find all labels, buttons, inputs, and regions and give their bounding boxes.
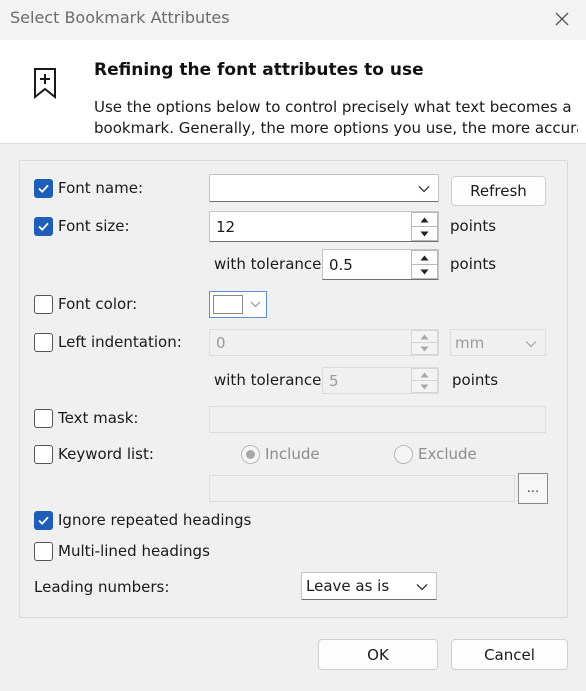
- exclude-radio[interactable]: [394, 445, 413, 464]
- multi-lined-label: Multi-lined headings: [58, 542, 210, 560]
- font-size-label: Font size:: [58, 217, 130, 235]
- font-size-spinner[interactable]: 12: [209, 211, 439, 242]
- triangle-up-icon: [420, 372, 429, 377]
- checkmark-icon: [38, 184, 49, 194]
- tolerance-increment-button[interactable]: [411, 250, 438, 265]
- left-indentation-checkbox[interactable]: [34, 333, 53, 352]
- font-size-tolerance-label: with tolerance: [214, 255, 322, 273]
- indentation-unit-dropdown[interactable]: mm: [450, 329, 546, 356]
- triangle-down-icon: [420, 269, 429, 274]
- include-radio[interactable]: [241, 445, 260, 464]
- exclude-label: Exclude: [418, 445, 477, 463]
- indent-tolerance-decrement-button[interactable]: [411, 381, 438, 393]
- chevron-down-icon: [418, 186, 430, 193]
- multi-lined-checkbox[interactable]: [34, 542, 53, 561]
- triangle-down-icon: [420, 384, 429, 389]
- font-size-increment-button[interactable]: [411, 212, 438, 227]
- indent-increment-button[interactable]: [411, 330, 438, 343]
- ok-button[interactable]: OK: [318, 639, 438, 670]
- refresh-button[interactable]: Refresh: [451, 176, 546, 206]
- checkmark-icon: [38, 516, 49, 526]
- triangle-down-icon: [420, 346, 429, 351]
- keyword-list-label: Keyword list:: [58, 445, 154, 463]
- triangle-down-icon: [420, 231, 429, 236]
- left-indentation-spinner[interactable]: 0: [209, 329, 439, 356]
- text-mask-checkbox[interactable]: [34, 409, 53, 428]
- font-color-label: Font color:: [58, 295, 138, 313]
- triangle-up-icon: [420, 217, 429, 222]
- font-name-label: Font name:: [58, 179, 144, 197]
- leading-numbers-dropdown[interactable]: Leave as is: [301, 572, 437, 600]
- chevron-down-icon: [525, 341, 537, 348]
- font-size-tolerance-value: 0.5: [329, 256, 353, 274]
- font-size-unit: points: [450, 217, 497, 235]
- text-mask-label: Text mask:: [58, 409, 139, 427]
- chevron-down-icon: [416, 584, 428, 591]
- radio-selected-dot: [246, 450, 255, 459]
- close-icon: [555, 12, 569, 26]
- font-size-tolerance-unit: points: [450, 255, 497, 273]
- font-size-checkbox[interactable]: [34, 217, 53, 236]
- left-indentation-label: Left indentation:: [58, 333, 182, 351]
- ignore-repeated-checkbox[interactable]: [34, 511, 53, 530]
- font-name-dropdown[interactable]: [209, 174, 439, 202]
- close-button[interactable]: [546, 4, 578, 34]
- indentation-tolerance-label: with tolerance: [214, 371, 322, 389]
- font-size-value: 12: [216, 218, 236, 236]
- include-label: Include: [265, 445, 320, 463]
- color-swatch: [213, 295, 243, 314]
- cancel-button[interactable]: Cancel: [451, 639, 568, 670]
- leading-numbers-label: Leading numbers:: [34, 578, 170, 596]
- triangle-up-icon: [420, 334, 429, 339]
- indentation-tolerance-unit: points: [452, 371, 499, 389]
- chevron-down-icon: [250, 301, 261, 308]
- bookmark-add-icon: [32, 67, 58, 100]
- tolerance-decrement-button[interactable]: [411, 265, 438, 279]
- keyword-list-input[interactable]: [209, 475, 515, 502]
- indent-decrement-button[interactable]: [411, 343, 438, 355]
- window-title: Select Bookmark Attributes: [10, 8, 230, 27]
- indent-tolerance-increment-button[interactable]: [411, 368, 438, 381]
- header-description-line-2: bookmark. Generally, the more options yo…: [94, 119, 578, 137]
- left-indentation-value: 0: [216, 334, 226, 352]
- header-title: Refining the font attributes to use: [94, 60, 424, 80]
- font-size-decrement-button[interactable]: [411, 227, 438, 241]
- ignore-repeated-label: Ignore repeated headings: [58, 511, 252, 529]
- font-color-checkbox[interactable]: [34, 295, 53, 314]
- indentation-tolerance-spinner[interactable]: 5: [322, 367, 439, 394]
- font-size-tolerance-spinner[interactable]: 0.5: [322, 249, 439, 280]
- header-description: Use the options below to control precise…: [94, 97, 578, 139]
- text-mask-input[interactable]: [209, 406, 546, 433]
- keyword-list-checkbox[interactable]: [34, 445, 53, 464]
- leading-numbers-value: Leave as is: [306, 577, 390, 595]
- indentation-unit-value: mm: [455, 334, 485, 352]
- indentation-tolerance-value: 5: [329, 372, 339, 390]
- keyword-browse-button[interactable]: ...: [518, 473, 548, 504]
- font-name-checkbox[interactable]: [34, 179, 53, 198]
- font-color-picker[interactable]: [209, 291, 267, 318]
- header-description-line-1: Use the options below to control precise…: [94, 98, 572, 116]
- checkmark-icon: [38, 222, 49, 232]
- triangle-up-icon: [420, 255, 429, 260]
